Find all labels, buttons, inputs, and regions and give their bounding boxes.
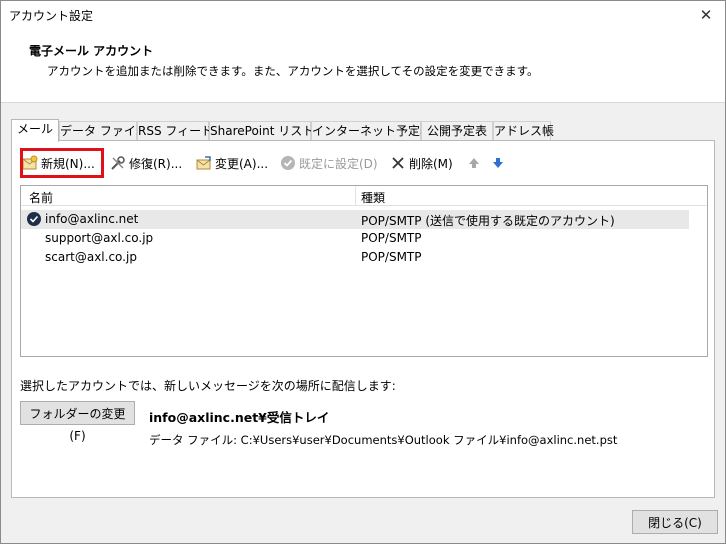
account-name: support@axl.co.jp bbox=[45, 231, 154, 245]
header-description: アカウントを追加または削除できます。また、アカウントを選択してその設定を変更でき… bbox=[47, 64, 539, 78]
tab-internet-calendars[interactable]: インターネット予定表 bbox=[311, 121, 432, 141]
default-account-check-icon bbox=[27, 212, 41, 226]
arrow-up-icon bbox=[466, 155, 482, 171]
title-bar: アカウント設定 ✕ bbox=[1, 1, 725, 31]
mail-tab-panel: 新規(N)... 修復(R)... 変更(A)... 既定に設定(D) 削除(M… bbox=[11, 140, 715, 498]
tab-data-files[interactable]: データ ファイル bbox=[59, 121, 148, 141]
column-header-type[interactable]: 種類 bbox=[361, 189, 385, 206]
move-down-button[interactable] bbox=[490, 151, 506, 175]
tab-published-calendars[interactable]: 公開予定表 bbox=[421, 121, 493, 141]
move-up-button[interactable] bbox=[466, 151, 482, 175]
window-title: アカウント設定 bbox=[9, 9, 94, 23]
change-label: 変更(A)... bbox=[215, 156, 269, 171]
account-name: info@axlinc.net bbox=[45, 212, 139, 226]
account-list[interactable]: 名前 種類 info@axlinc.net POP/SMTP (送信で使用する既… bbox=[20, 185, 708, 357]
repair-label: 修復(R)... bbox=[129, 156, 183, 171]
change-account-icon bbox=[196, 155, 212, 171]
account-name: scart@axl.co.jp bbox=[45, 250, 137, 264]
data-file-path: データ ファイル: C:¥Users¥user¥Documents¥Outloo… bbox=[149, 433, 618, 447]
account-type: POP/SMTP bbox=[361, 231, 422, 245]
default-check-icon bbox=[280, 155, 296, 171]
tab-address-books[interactable]: アドレス帳 bbox=[493, 121, 554, 141]
delete-label: 削除(M) bbox=[409, 156, 453, 171]
set-default-label: 既定に設定(D) bbox=[299, 156, 378, 171]
delivery-location: info@axlinc.net¥受信トレイ bbox=[149, 410, 330, 425]
repair-button[interactable]: 修復(R)... bbox=[110, 151, 182, 175]
tab-mail[interactable]: メール bbox=[11, 119, 59, 142]
new-account-button[interactable]: 新規(N)... bbox=[20, 148, 104, 178]
dialog-header: 電子メール アカウント アカウントを追加または削除できます。また、アカウントを選… bbox=[1, 31, 725, 103]
delivery-description: 選択したアカウントでは、新しいメッセージを次の場所に配信します: bbox=[20, 379, 396, 393]
account-toolbar: 新規(N)... 修復(R)... 変更(A)... 既定に設定(D) 削除(M… bbox=[18, 148, 708, 178]
close-icon[interactable]: ✕ bbox=[695, 4, 717, 26]
column-divider[interactable] bbox=[355, 186, 356, 206]
account-type: POP/SMTP bbox=[361, 250, 422, 264]
account-type: POP/SMTP (送信で使用する既定のアカウント) bbox=[361, 214, 615, 228]
close-button[interactable]: 閉じる(C) bbox=[632, 510, 718, 534]
account-row[interactable]: support@axl.co.jp POP/SMTP bbox=[21, 229, 689, 248]
change-folder-button[interactable]: フォルダーの変更(F) bbox=[20, 401, 135, 443]
delete-x-icon bbox=[390, 155, 406, 171]
column-header-name[interactable]: 名前 bbox=[29, 189, 53, 206]
highlight-box bbox=[20, 148, 104, 178]
delete-button[interactable]: 削除(M) bbox=[390, 151, 453, 175]
tab-rss-feeds[interactable]: RSS フィード bbox=[137, 121, 213, 141]
account-settings-dialog: アカウント設定 ✕ 電子メール アカウント アカウントを追加または削除できます。… bbox=[0, 0, 726, 544]
repair-tools-icon bbox=[110, 155, 126, 171]
tab-sharepoint-lists[interactable]: SharePoint リスト bbox=[209, 121, 314, 141]
change-button[interactable]: 変更(A)... bbox=[196, 151, 268, 175]
header-title: 電子メール アカウント bbox=[29, 44, 154, 58]
arrow-down-icon bbox=[490, 155, 506, 171]
list-header: 名前 種類 bbox=[21, 186, 707, 206]
account-row[interactable]: scart@axl.co.jp POP/SMTP bbox=[21, 248, 689, 267]
set-default-button[interactable]: 既定に設定(D) bbox=[280, 151, 378, 175]
account-row[interactable]: info@axlinc.net POP/SMTP (送信で使用する既定のアカウン… bbox=[21, 210, 689, 229]
